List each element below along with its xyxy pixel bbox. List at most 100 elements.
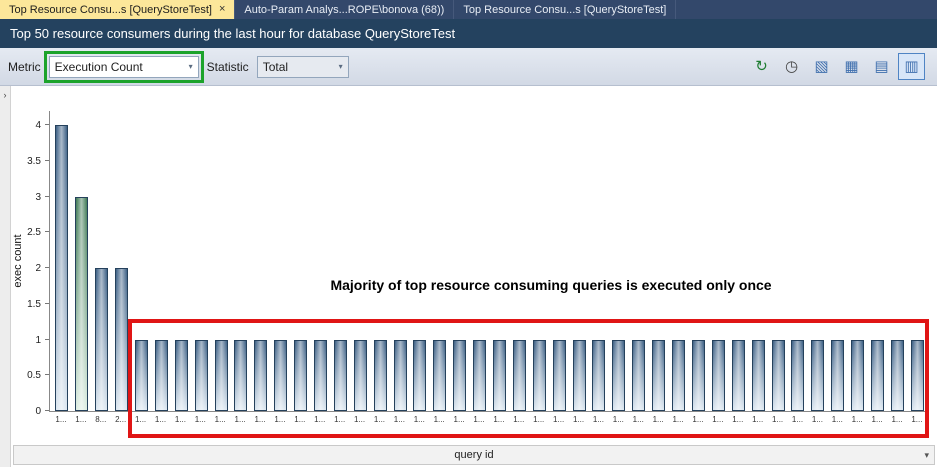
x-tick-label: 1...	[509, 415, 529, 424]
query-bar[interactable]	[215, 340, 228, 411]
metric-label: Metric	[8, 60, 41, 74]
y-tick-label: 2.5	[27, 227, 41, 238]
view-plan-button[interactable]: ▧	[808, 53, 835, 80]
bar-slot	[211, 111, 231, 411]
query-bar[interactable]	[195, 340, 208, 411]
query-bar[interactable]	[394, 340, 407, 411]
query-bar[interactable]	[672, 340, 685, 411]
statistic-dropdown[interactable]: Total ▾	[257, 56, 349, 78]
bar-slot	[430, 111, 450, 411]
chevron-down-icon[interactable]: ▾	[924, 450, 929, 461]
document-tab[interactable]: Top Resource Consu...s [QueryStoreTest]×	[0, 0, 235, 19]
x-tick-label: 1...	[549, 415, 569, 424]
x-tick-label: 1...	[628, 415, 648, 424]
main-area: › exec count 00.511.522.533.54 Majority …	[0, 86, 937, 467]
x-tick-label: 1...	[708, 415, 728, 424]
query-bar[interactable]	[334, 340, 347, 411]
x-axis-selector[interactable]: query id ▾	[13, 445, 935, 465]
query-bar[interactable]	[811, 340, 824, 411]
bar-slot	[271, 111, 291, 411]
bar-slot	[609, 111, 629, 411]
query-bar[interactable]	[652, 340, 665, 411]
refresh-button[interactable]: ↻	[748, 53, 775, 80]
grid-view-button[interactable]: ▦	[838, 53, 865, 80]
x-tick-label: 1...	[310, 415, 330, 424]
statistic-value: Total	[263, 60, 288, 74]
metric-value: Execution Count	[55, 60, 143, 74]
x-tick-label: 1...	[51, 415, 71, 424]
document-tab-strip: Top Resource Consu...s [QueryStoreTest]×…	[0, 0, 937, 19]
query-store-window: Top Resource Consu...s [QueryStoreTest]×…	[0, 0, 937, 467]
query-bar[interactable]	[592, 340, 605, 411]
expand-pane-icon[interactable]: ›	[4, 90, 7, 100]
y-tick-label: 0	[35, 406, 41, 417]
query-bar[interactable]	[433, 340, 446, 411]
query-bar[interactable]	[95, 268, 108, 411]
query-bar[interactable]	[314, 340, 327, 411]
collapsed-pane-splitter[interactable]: ›	[0, 86, 11, 467]
bar-slot	[689, 111, 709, 411]
query-bar[interactable]	[234, 340, 247, 411]
query-bar[interactable]	[55, 125, 68, 411]
query-bar[interactable]	[712, 340, 725, 411]
query-bar[interactable]	[632, 340, 645, 411]
query-bar[interactable]	[752, 340, 765, 411]
query-bar[interactable]	[175, 340, 188, 411]
query-bar[interactable]	[851, 340, 864, 411]
query-bar[interactable]	[115, 268, 128, 411]
x-axis-labels: 1...1...8...2...1...1...1...1...1...1...…	[49, 415, 929, 424]
document-tab[interactable]: Auto-Param Analys...ROPE\bonova (68))	[235, 0, 454, 19]
query-bar[interactable]	[553, 340, 566, 411]
bar-slot	[649, 111, 669, 411]
query-bar[interactable]	[871, 340, 884, 411]
x-tick-label: 1...	[907, 415, 927, 424]
query-bar[interactable]	[75, 197, 88, 411]
query-bar[interactable]	[135, 340, 148, 411]
query-bar[interactable]	[453, 340, 466, 411]
toolbar: Metric Execution Count ▾ Statistic Total…	[0, 48, 937, 86]
query-bar[interactable]	[374, 340, 387, 411]
query-bar[interactable]	[732, 340, 745, 411]
y-tick-label: 3.5	[27, 156, 41, 167]
query-bar[interactable]	[573, 340, 586, 411]
query-bar[interactable]	[533, 340, 546, 411]
bar-slot	[311, 111, 331, 411]
query-bar[interactable]	[155, 340, 168, 411]
query-bar[interactable]	[274, 340, 287, 411]
bar-slot	[470, 111, 490, 411]
tab-close-icon[interactable]: ×	[219, 4, 225, 15]
x-tick-label: 2...	[111, 415, 131, 424]
query-bar[interactable]	[473, 340, 486, 411]
bar-slot	[728, 111, 748, 411]
x-tick-label: 1...	[867, 415, 887, 424]
query-bar[interactable]	[891, 340, 904, 411]
chart-view-button[interactable]: ▥	[898, 53, 925, 80]
query-bar[interactable]	[612, 340, 625, 411]
grid-view-alt-button[interactable]: ▤	[868, 53, 895, 80]
query-bar[interactable]	[831, 340, 844, 411]
bar-slot	[450, 111, 470, 411]
query-bar[interactable]	[493, 340, 506, 411]
bar-slot	[410, 111, 430, 411]
bar-slot	[490, 111, 510, 411]
x-tick-label: 1...	[569, 415, 589, 424]
timer-button[interactable]: ◷	[778, 53, 805, 80]
toolbar-buttons: ↻◷▧▦▤▥	[748, 53, 929, 80]
query-bar[interactable]	[911, 340, 924, 411]
query-bar[interactable]	[294, 340, 307, 411]
bar-slot	[788, 111, 808, 411]
document-tab[interactable]: Top Resource Consu...s [QueryStoreTest]	[454, 0, 676, 19]
bar-slot	[848, 111, 868, 411]
query-bar[interactable]	[513, 340, 526, 411]
bar-slot	[112, 111, 132, 411]
x-tick-label: 1...	[529, 415, 549, 424]
query-bar[interactable]	[254, 340, 267, 411]
query-bar[interactable]	[791, 340, 804, 411]
report-title: Top 50 resource consumers during the las…	[10, 26, 455, 41]
query-bar[interactable]	[692, 340, 705, 411]
query-bar[interactable]	[354, 340, 367, 411]
query-bar[interactable]	[772, 340, 785, 411]
metric-dropdown[interactable]: Execution Count ▾	[49, 56, 199, 78]
query-bar[interactable]	[413, 340, 426, 411]
x-tick-label: 1...	[370, 415, 390, 424]
